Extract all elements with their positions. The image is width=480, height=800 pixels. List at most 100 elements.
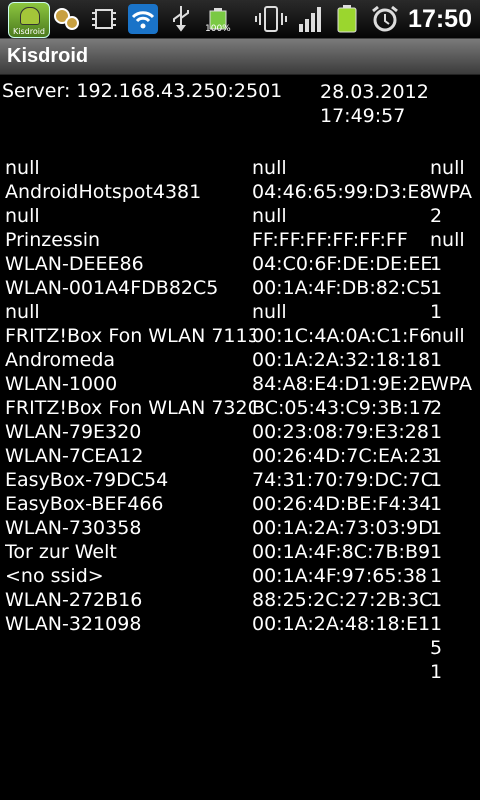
ssid-cell: WLAN-730358 — [5, 517, 142, 539]
app-icon-caption: Kisdroid — [12, 27, 46, 36]
value-cell: 1 — [430, 421, 443, 443]
bssid-cell: 88:25:2C:27:2B:3C — [252, 589, 432, 611]
ssid-cell: null — [5, 301, 40, 323]
bssid-cell: 00:1A:2A:32:18:18 — [252, 349, 431, 371]
list-item: <no ssid> 00:1A:4F:97:65:38 1 — [5, 564, 480, 588]
ssid-cell: EasyBox-79DC54 — [5, 469, 169, 491]
bssid-cell: 74:31:70:79:DC:7C — [252, 469, 432, 491]
bssid-cell: 00:1A:4F:97:65:38 — [252, 565, 428, 587]
chip-icon — [92, 9, 116, 29]
app-title: Kisdroid — [7, 45, 89, 67]
value-cell: 1 — [430, 493, 443, 515]
server-address: Server: 192.168.43.250:2501 — [2, 80, 283, 102]
bssid-cell: null — [252, 157, 287, 179]
ssid-cell: WLAN-DEEE86 — [5, 253, 144, 275]
value-cell: null — [430, 157, 465, 179]
value-cell: 1 — [430, 589, 443, 611]
list-item: 1 — [5, 660, 480, 684]
list-item: Prinzessin FF:FF:FF:FF:FF:FF null — [5, 228, 480, 252]
ssid-cell: WLAN-272B16 — [5, 589, 143, 611]
bssid-cell: null — [252, 205, 287, 227]
value-cell: 1 — [430, 661, 443, 683]
battery-icon — [337, 5, 357, 33]
ssid-cell: FRITZ!Box Fon WLAN 7113 — [5, 325, 255, 347]
signal-icon — [299, 7, 321, 32]
ssid-cell: Tor zur Welt — [5, 541, 117, 563]
list-item: WLAN-001A4FDB82C5 00:1A:4F:DB:82:C5 1 — [5, 276, 480, 300]
vibrate-icon — [255, 6, 287, 32]
value-cell: 1 — [430, 565, 443, 587]
list-item: null null 1 — [5, 300, 480, 324]
bssid-cell: 04:46:65:99:D3:E8 — [252, 181, 432, 203]
list-item: WLAN-79E320 00:23:08:79:E3:28 1 — [5, 420, 480, 444]
list-item: EasyBox-BEF466 00:26:4D:BE:F4:34 1 — [5, 492, 480, 516]
ssid-cell: WLAN-1000 — [5, 373, 118, 395]
list-item: Tor zur Welt 00:1A:4F:8C:7B:B9 1 — [5, 540, 480, 564]
android-robot-icon — [20, 7, 40, 25]
bssid-cell: null — [252, 301, 287, 323]
network-list: null null null AndroidHotspot4381 04:46:65:9… — [5, 156, 480, 684]
value-cell: 1 — [430, 253, 443, 275]
value-cell: 1 — [430, 541, 443, 563]
bssid-cell: FF:FF:FF:FF:FF:FF — [252, 229, 408, 251]
notification-icon — [54, 8, 79, 30]
list-item: WLAN-730358 00:1A:2A:73:03:9D 1 — [5, 516, 480, 540]
list-item: WLAN-321098 00:1A:2A:48:18:E1 1 — [5, 612, 480, 636]
ssid-cell: Prinzessin — [5, 229, 101, 251]
bssid-cell: 00:1A:4F:DB:82:C5 — [252, 277, 432, 299]
value-cell: null — [430, 229, 465, 251]
list-item: 5 — [5, 636, 480, 660]
value-cell: WPA — [430, 181, 473, 203]
bssid-cell: 00:26:4D:7C:EA:23 — [252, 445, 432, 467]
ssid-cell: AndroidHotspot4381 — [5, 181, 202, 203]
usb-icon — [173, 6, 189, 32]
bssid-cell: 00:1A:2A:73:03:9D — [252, 517, 432, 539]
value-cell: 2 — [430, 205, 443, 227]
list-item: AndroidHotspot4381 04:46:65:99:D3:E8 WPA — [5, 180, 480, 204]
kisdroid-app-icon[interactable]: Kisdroid — [8, 2, 50, 38]
ssid-cell: WLAN-001A4FDB82C5 — [5, 277, 219, 299]
list-item: WLAN-272B16 88:25:2C:27:2B:3C 1 — [5, 588, 480, 612]
list-item: WLAN-7CEA12 00:26:4D:7C:EA:23 1 — [5, 444, 480, 468]
value-cell: 1 — [430, 349, 443, 371]
value-cell: 1 — [430, 517, 443, 539]
ssid-cell: WLAN-7CEA12 — [5, 445, 144, 467]
list-item: Andromeda 00:1A:2A:32:18:18 1 — [5, 348, 480, 372]
ssid-cell: Andromeda — [5, 349, 116, 371]
list-item: FRITZ!Box Fon WLAN 7113 00:1C:4A:0A:C1:F6… — [5, 324, 480, 348]
time-text: 17:49:57 — [320, 105, 406, 127]
alarm-icon — [372, 5, 398, 32]
ssid-cell: WLAN-321098 — [5, 613, 142, 635]
bssid-cell: 00:23:08:79:E3:28 — [252, 421, 429, 443]
bssid-cell: 00:1A:4F:8C:7B:B9 — [252, 541, 431, 563]
list-item: null null null — [5, 156, 480, 180]
bssid-cell: 04:C0:6F:DE:DE:EE — [252, 253, 432, 275]
value-cell: 5 — [430, 637, 443, 659]
ssid-cell: null — [5, 205, 40, 227]
ssid-cell: <no ssid> — [5, 565, 104, 587]
ssid-cell: WLAN-79E320 — [5, 421, 142, 443]
date-text: 28.03.2012 — [320, 81, 429, 103]
bssid-cell: BC:05:43:C9:3B:17 — [252, 397, 432, 419]
list-item: WLAN-DEEE86 04:C0:6F:DE:DE:EE 1 — [5, 252, 480, 276]
list-item: FRITZ!Box Fon WLAN 7320 BC:05:43:C9:3B:17… — [5, 396, 480, 420]
bssid-cell: 84:A8:E4:D1:9E:2E — [252, 373, 432, 395]
value-cell: 1 — [430, 445, 443, 467]
timestamp: 28.03.2012 17:49:57 — [320, 80, 429, 128]
battery-percent: 100% — [205, 24, 231, 34]
list-item: null null 2 — [5, 204, 480, 228]
status-bar: Kisdroid 100% 17:50 — [0, 0, 480, 39]
wifi-icon — [128, 4, 158, 34]
bssid-cell: 00:1C:4A:0A:C1:F6 — [252, 325, 432, 347]
value-cell: 2 — [430, 397, 443, 419]
list-item: EasyBox-79DC54 74:31:70:79:DC:7C 1 — [5, 468, 480, 492]
bssid-cell: 00:1A:2A:48:18:E1 — [252, 613, 431, 635]
status-clock: 17:50 — [408, 5, 472, 33]
bssid-cell: 00:26:4D:BE:F4:34 — [252, 493, 432, 515]
value-cell: null — [430, 325, 465, 347]
value-cell: 1 — [430, 277, 443, 299]
value-cell: 1 — [430, 613, 443, 635]
value-cell: 1 — [430, 469, 443, 491]
list-item: WLAN-1000 84:A8:E4:D1:9E:2E WPA — [5, 372, 480, 396]
ssid-cell: null — [5, 157, 40, 179]
